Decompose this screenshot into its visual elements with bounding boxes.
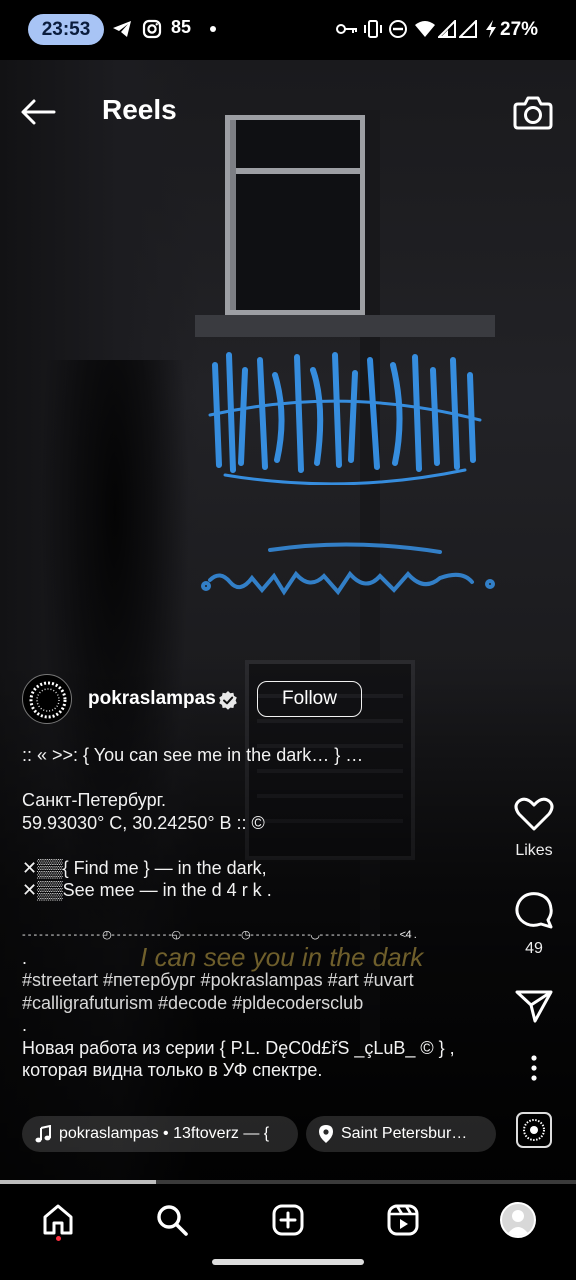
like-button[interactable]: Likes bbox=[506, 796, 562, 860]
notification-count: 85 bbox=[171, 17, 192, 37]
caption-line: ✕▒▒{ Find me } — in the dark, bbox=[22, 857, 267, 878]
reels-header: Reels bbox=[0, 80, 576, 144]
audio-thumbnail[interactable] bbox=[516, 1112, 552, 1148]
caption-line: Новая работа из серии { P.L. DęC0d£řS _ç… bbox=[22, 1037, 455, 1058]
paper-plane-icon bbox=[515, 990, 553, 1023]
status-bar: 23:53 85 27% bbox=[0, 0, 576, 60]
share-button[interactable] bbox=[506, 988, 562, 1024]
caption-line bbox=[22, 767, 492, 790]
more-vertical-icon bbox=[531, 1055, 537, 1081]
arrow-left-icon bbox=[21, 99, 56, 125]
location-chip[interactable]: Saint Petersbur… bbox=[306, 1116, 496, 1152]
create-icon bbox=[272, 1204, 304, 1236]
caption-line: . bbox=[22, 1015, 28, 1035]
nav-create[interactable] bbox=[266, 1198, 310, 1242]
graffiti-script bbox=[201, 542, 495, 596]
audio-chip[interactable]: pokraslampas • 13ftoverz — { bbox=[22, 1116, 298, 1152]
comment-button[interactable]: 49 bbox=[506, 890, 562, 958]
nav-reels[interactable] bbox=[381, 1198, 425, 1242]
caption-line: ✕▒▒See mee — in the d 4 r k . bbox=[22, 880, 272, 900]
home-icon bbox=[43, 1204, 73, 1235]
comments-count: 49 bbox=[525, 940, 543, 957]
graffiti-calligraphy bbox=[208, 352, 482, 485]
vibrate-icon bbox=[362, 18, 384, 40]
search-icon bbox=[157, 1205, 188, 1236]
author-username[interactable]: pokraslampas bbox=[88, 688, 216, 710]
heart-icon bbox=[514, 797, 554, 831]
calligraphy-logo bbox=[523, 1119, 545, 1141]
camera-icon bbox=[513, 96, 553, 130]
author-row: pokraslampas Follow bbox=[22, 674, 442, 726]
location-pin-icon bbox=[319, 1125, 333, 1143]
building-window bbox=[225, 115, 365, 315]
nav-search[interactable] bbox=[150, 1198, 194, 1242]
caption-line: которая видна только в УФ спектре. bbox=[22, 1060, 323, 1080]
bottom-nav bbox=[0, 1184, 576, 1280]
reels-icon bbox=[387, 1204, 419, 1236]
signal-icon bbox=[459, 18, 477, 40]
charging-icon bbox=[484, 18, 498, 40]
telegram-icon bbox=[112, 18, 132, 40]
calligraphy-logo bbox=[29, 681, 67, 719]
comment-icon bbox=[515, 892, 553, 929]
back-button[interactable] bbox=[18, 94, 58, 130]
caption-line bbox=[22, 902, 492, 925]
caption-line: . bbox=[22, 947, 28, 968]
audio-label: pokraslampas • 13ftoverz — { bbox=[59, 1125, 270, 1142]
gesture-bar[interactable] bbox=[212, 1259, 364, 1265]
caption-line: Санкт-Петербург. bbox=[22, 790, 166, 810]
caption-line bbox=[22, 834, 492, 857]
follow-button[interactable]: Follow bbox=[257, 681, 362, 717]
verified-badge-icon bbox=[219, 691, 237, 710]
window-ledge bbox=[195, 315, 495, 337]
location-label: Saint Petersbur… bbox=[341, 1125, 468, 1142]
key-icon bbox=[336, 18, 358, 40]
author-avatar[interactable] bbox=[22, 674, 72, 724]
battery-level: 27% bbox=[500, 19, 539, 40]
status-time: 23:53 bbox=[28, 14, 104, 45]
caption-divider: - - - - - - - - - - - - - - ◴- - - - - -… bbox=[22, 929, 417, 941]
signal-icon bbox=[438, 18, 456, 40]
dnd-icon bbox=[388, 18, 408, 40]
profile-avatar bbox=[500, 1202, 536, 1238]
nav-profile[interactable] bbox=[496, 1198, 540, 1242]
more-notifications-dot bbox=[210, 26, 216, 32]
likes-label: Likes bbox=[515, 842, 553, 859]
hashtags-line[interactable]: #calligrafuturism #decode #pldecodersclu… bbox=[22, 992, 492, 1015]
more-options-button[interactable] bbox=[506, 1054, 562, 1082]
caption-line: :: « >>: { You can see me in the dark… }… bbox=[22, 745, 364, 765]
instagram-icon bbox=[142, 18, 162, 40]
camera-button[interactable] bbox=[512, 92, 554, 132]
post-caption[interactable]: :: « >>: { You can see me in the dark… }… bbox=[22, 744, 492, 1082]
wifi-icon bbox=[414, 18, 436, 40]
notification-dot bbox=[56, 1236, 61, 1241]
caption-line: 59.93030° С, 30.24250° В :: © bbox=[22, 812, 265, 833]
page-title: Reels bbox=[102, 94, 177, 125]
hashtags-line[interactable]: #streetart #петербург #pokraslampas #art… bbox=[22, 969, 492, 992]
music-note-icon bbox=[35, 1125, 51, 1143]
